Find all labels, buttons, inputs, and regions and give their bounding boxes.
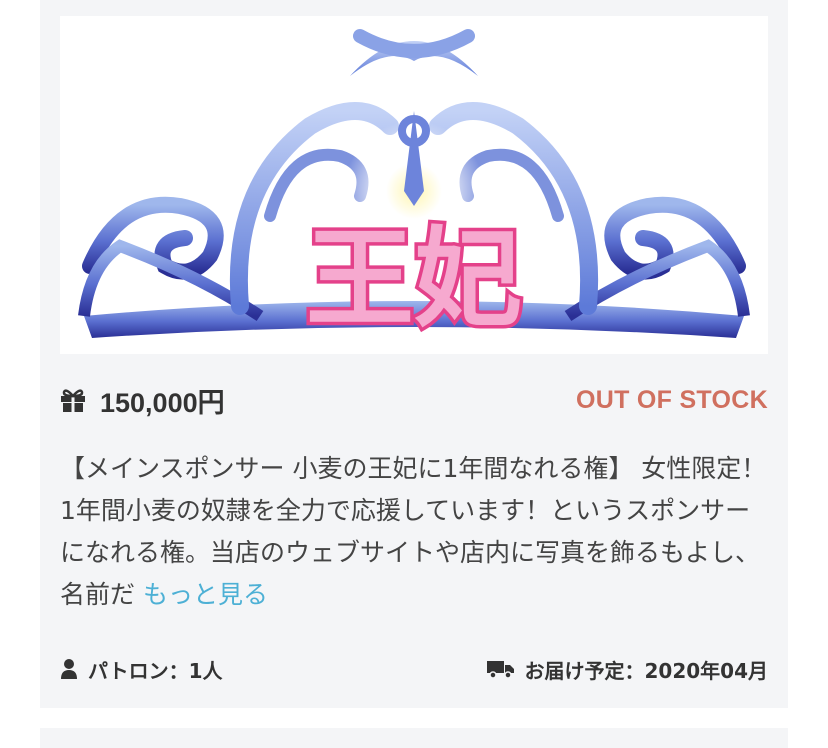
product-meta: パトロン：1人 お届け予定：2020年04月	[60, 652, 768, 686]
product-image[interactable]: 王妃	[60, 16, 768, 354]
patron-label: パトロン：1人	[88, 658, 223, 683]
product-description: 【メインスポンサー 小麦の王妃に1年間なれる権】 女性限定！ 1年間小麦の奴隷を…	[60, 448, 768, 616]
gift-icon	[61, 389, 85, 412]
read-more-link[interactable]: もっと見る	[143, 580, 268, 609]
patron-count: パトロン：1人	[60, 655, 223, 684]
image-title-text: 王妃	[306, 217, 522, 342]
price: 150,000円	[100, 387, 225, 418]
user-icon	[61, 659, 77, 679]
delivery-label: お届け予定：2020年04月	[524, 658, 769, 683]
product-card[interactable]: 王妃 150,000円 OUT OF STOCK 【メインスポンサー 小麦の王妃…	[40, 0, 788, 708]
price-row: 150,000円 OUT OF STOCK	[60, 382, 768, 418]
delivery-schedule: お届け予定：2020年04月	[486, 655, 769, 684]
truck-icon	[486, 661, 514, 679]
stock-status-badge: OUT OF STOCK	[575, 385, 768, 414]
crown-illustration: 王妃	[78, 29, 750, 346]
next-product-card[interactable]	[40, 728, 788, 748]
